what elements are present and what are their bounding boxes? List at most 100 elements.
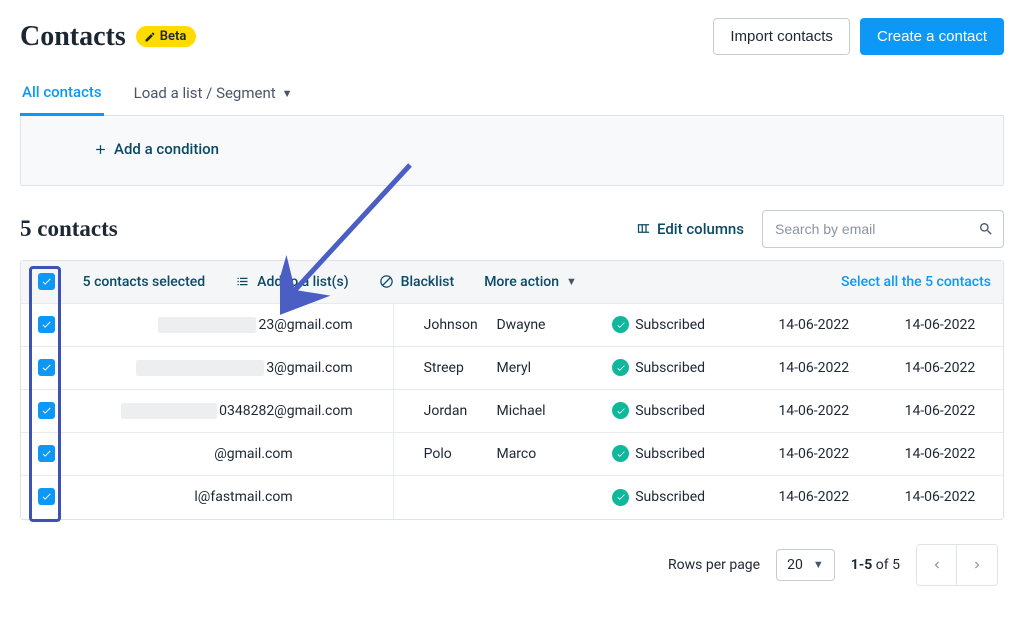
cell-firstname: Meryl [496, 347, 612, 390]
cell-email: @gmail.com [73, 433, 393, 476]
tab-load-label: Load a list / Segment [134, 84, 276, 102]
cell-lastname: Johnson [393, 304, 496, 347]
select-all-link[interactable]: Select all the 5 contacts [841, 274, 1003, 290]
cell-email: 0348282@gmail.com [73, 390, 393, 433]
row-checkbox[interactable] [38, 316, 55, 333]
filter-conditions-panel: Add a condition [20, 116, 1004, 186]
list-icon [235, 274, 250, 289]
cell-status: Subscribed [612, 476, 751, 519]
caret-down-icon: ▼ [566, 275, 577, 288]
status-check-icon [612, 402, 629, 419]
bulk-action-bar: 5 contacts selected Add to a list(s) Bla… [73, 261, 1003, 304]
caret-down-icon: ▼ [282, 87, 293, 100]
row-checkbox[interactable] [38, 445, 55, 462]
caret-down-icon: ▼ [813, 558, 824, 571]
contacts-table-wrap: 5 contacts selected Add to a list(s) Bla… [20, 260, 1004, 520]
blacklist-button[interactable]: Blacklist [379, 274, 455, 290]
results-header: 5 contacts Edit columns [20, 210, 1004, 248]
ban-icon [379, 274, 394, 289]
table-row[interactable]: l@fastmail.com Subscribed 14-06-2022 14-… [21, 476, 1003, 519]
cell-email: l@fastmail.com [73, 476, 393, 519]
cell-date-1: 14-06-2022 [751, 390, 877, 433]
table-action-row: 5 contacts selected Add to a list(s) Bla… [21, 261, 1003, 304]
pencil-icon [144, 31, 156, 43]
check-icon [41, 319, 52, 330]
cell-firstname: Michael [496, 390, 612, 433]
chevron-right-icon [970, 558, 984, 572]
check-icon [41, 448, 52, 459]
title-group: Contacts Beta [20, 21, 196, 53]
cell-date-2: 14-06-2022 [877, 390, 1003, 433]
select-all-checkbox[interactable] [38, 273, 55, 290]
table-row[interactable]: 0348282@gmail.com Jordan Michael Subscri… [21, 390, 1003, 433]
cell-lastname: Jordan [393, 390, 496, 433]
header: Contacts Beta Import contacts Create a c… [20, 18, 1004, 55]
cell-date-1: 14-06-2022 [751, 476, 877, 519]
cell-date-2: 14-06-2022 [877, 433, 1003, 476]
add-condition-button[interactable]: Add a condition [93, 140, 219, 158]
pagination-footer: Rows per page 20 ▼ 1-5 of 5 [20, 544, 1004, 586]
rows-per-page-label: Rows per page [668, 557, 760, 573]
plus-icon [93, 142, 108, 157]
page-range-rest: of 5 [872, 557, 900, 573]
cell-status: Subscribed [612, 390, 751, 433]
cell-date-2: 14-06-2022 [877, 476, 1003, 519]
add-to-list-label: Add to a list(s) [257, 274, 348, 290]
check-icon [41, 276, 52, 287]
status-check-icon [612, 359, 629, 376]
status-check-icon [612, 489, 629, 506]
check-icon [41, 362, 52, 373]
cell-email: 23@gmail.com [73, 304, 393, 347]
tabs: All contacts Load a list / Segment ▼ [20, 73, 1004, 116]
import-contacts-button[interactable]: Import contacts [713, 18, 850, 55]
header-buttons: Import contacts Create a contact [713, 18, 1004, 55]
tab-load-list-segment[interactable]: Load a list / Segment ▼ [132, 74, 295, 114]
next-page-button[interactable] [957, 545, 997, 585]
more-action-dropdown[interactable]: More action ▼ [484, 274, 577, 290]
search-icon [978, 221, 994, 237]
page-range: 1-5 of 5 [851, 557, 900, 573]
check-icon [41, 491, 52, 502]
page-range-bold: 1-5 [851, 557, 873, 573]
check-icon [41, 405, 52, 416]
page-title: Contacts [20, 21, 126, 53]
cell-lastname: Streep [393, 347, 496, 390]
cell-lastname: Polo [393, 433, 496, 476]
columns-icon [636, 221, 651, 236]
create-contact-button[interactable]: Create a contact [860, 18, 1004, 55]
table-row[interactable]: @gmail.com Polo Marco Subscribed 14-06-2… [21, 433, 1003, 476]
status-check-icon [612, 316, 629, 333]
add-condition-label: Add a condition [114, 140, 219, 158]
cell-firstname [496, 476, 612, 519]
prev-page-button[interactable] [917, 545, 957, 585]
cell-status: Subscribed [612, 304, 751, 347]
pager [916, 544, 998, 586]
edit-columns-label: Edit columns [657, 220, 744, 238]
cell-email: 3@gmail.com [73, 347, 393, 390]
rows-per-page-select[interactable]: 20 ▼ [776, 549, 835, 581]
row-checkbox[interactable] [38, 359, 55, 376]
cell-status: Subscribed [612, 347, 751, 390]
results-toolbar: Edit columns [636, 210, 1004, 248]
table-row[interactable]: 23@gmail.com Johnson Dwayne Subscribed 1… [21, 304, 1003, 347]
edit-columns-button[interactable]: Edit columns [636, 220, 744, 238]
table-row[interactable]: 3@gmail.com Streep Meryl Subscribed 14-0… [21, 347, 1003, 390]
more-action-label: More action [484, 274, 559, 290]
contacts-table: 5 contacts selected Add to a list(s) Bla… [21, 261, 1003, 519]
search-wrap [762, 210, 1004, 248]
results-count: 5 contacts [20, 216, 118, 242]
tab-all-contacts[interactable]: All contacts [20, 73, 104, 116]
cell-status: Subscribed [612, 433, 751, 476]
beta-badge: Beta [136, 26, 197, 47]
beta-label: Beta [160, 29, 187, 44]
row-checkbox[interactable] [38, 402, 55, 419]
row-checkbox[interactable] [38, 488, 55, 505]
cell-date-2: 14-06-2022 [877, 304, 1003, 347]
add-to-list-button[interactable]: Add to a list(s) [235, 274, 348, 290]
blacklist-label: Blacklist [401, 274, 455, 290]
cell-date-1: 14-06-2022 [751, 433, 877, 476]
cell-firstname: Dwayne [496, 304, 612, 347]
search-input[interactable] [762, 210, 1004, 248]
rows-per-page-value: 20 [787, 557, 803, 573]
status-check-icon [612, 445, 629, 462]
